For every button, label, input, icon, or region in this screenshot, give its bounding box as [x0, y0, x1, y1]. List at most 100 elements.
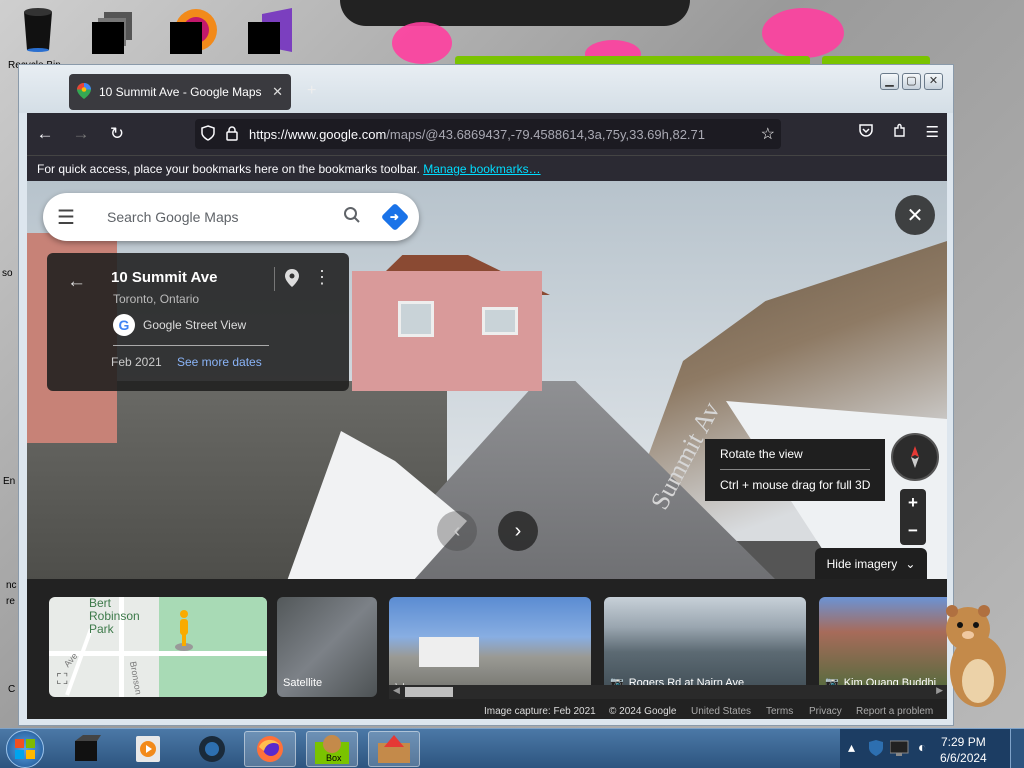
- minimize-icon[interactable]: ▁: [880, 73, 899, 90]
- photo-thumbnail[interactable]: 📷 Rogers Rd at Nairn Ave: [604, 597, 806, 697]
- taskbar-app-icon[interactable]: [186, 731, 238, 767]
- maps-search-box: ☰ ➜: [43, 193, 419, 241]
- star-icon[interactable]: ☆: [761, 124, 775, 144]
- footer-privacy-link[interactable]: Privacy: [809, 706, 842, 717]
- url-text[interactable]: https://www.google.com/maps/@43.6869437,…: [249, 127, 751, 142]
- desktop-icon-label: so: [2, 268, 13, 279]
- tab-close-icon[interactable]: ✕: [272, 84, 283, 100]
- visual-studio-icon[interactable]: [248, 8, 292, 54]
- bookmarks-hint: For quick access, place your bookmarks h…: [37, 162, 420, 176]
- divider: [113, 345, 269, 346]
- url-path: /maps/@43.6869437,-79.4588614,3a,75y,33.…: [386, 126, 706, 142]
- window-controls: ▁ ▢ ✕: [880, 73, 943, 90]
- maps-favicon-icon: [77, 82, 91, 102]
- start-button[interactable]: [6, 730, 44, 768]
- zoom-out-button[interactable]: −: [908, 521, 918, 541]
- tooltip-line: Ctrl + mouse drag for full 3D: [720, 478, 871, 492]
- extensions-icon[interactable]: [892, 123, 908, 143]
- reload-icon[interactable]: ↻: [99, 124, 135, 144]
- show-hidden-icons[interactable]: ▴: [848, 739, 855, 756]
- lock-icon[interactable]: [225, 125, 239, 144]
- show-desktop-button[interactable]: [1010, 729, 1024, 768]
- search-input[interactable]: [85, 209, 343, 225]
- desktop-app-icon[interactable]: [92, 12, 132, 54]
- maps-footer: Image capture: Feb 2021 © 2024 Google Un…: [27, 705, 947, 719]
- security-shield-icon[interactable]: [868, 739, 884, 760]
- window-titlebar[interactable]: 10 Summit Ave - Google Maps ✕ + ▁ ▢ ✕: [19, 65, 953, 113]
- toolbar-right-icons: ☰: [858, 123, 939, 143]
- box-taskbar-icon[interactable]: Box: [306, 731, 358, 767]
- footer-country-link[interactable]: United States: [691, 706, 751, 717]
- shield-icon[interactable]: [201, 124, 215, 144]
- photo-truck: [419, 637, 479, 667]
- hamster-pet-icon[interactable]: [944, 603, 1008, 711]
- firefox-taskbar-icon[interactable]: [244, 731, 296, 767]
- street-photo-thumbnail[interactable]: ◡: [389, 597, 591, 697]
- maximize-icon[interactable]: ▢: [902, 73, 921, 90]
- scroll-left-icon[interactable]: ◀: [393, 685, 400, 696]
- hamburger-menu-icon[interactable]: ☰: [57, 205, 85, 230]
- zoom-control: + −: [900, 489, 926, 545]
- close-window-icon[interactable]: ✕: [924, 73, 943, 90]
- tray-app-icon[interactable]: ◐: [918, 739, 926, 755]
- wallpaper-heart: [762, 8, 844, 58]
- imagery-scrollbar[interactable]: ◀ ▶: [389, 685, 947, 699]
- street-view-panorama[interactable]: Summit Av ☰ ➜ ← 10 Summit Ave Toronto, O…: [27, 181, 947, 719]
- wallpaper-heart: [392, 22, 452, 64]
- recycle-bin-icon[interactable]: [20, 6, 56, 52]
- network-icon[interactable]: [889, 739, 912, 760]
- taskbar-app-icon[interactable]: [60, 731, 112, 767]
- more-options-icon[interactable]: ⋮: [313, 267, 331, 288]
- google-logo-icon: G: [113, 314, 135, 336]
- desktop-icon-label: En: [3, 476, 16, 487]
- tooltip-line: Rotate the view: [720, 447, 803, 461]
- url-host: https://www.google.com: [249, 126, 387, 142]
- tab-title: 10 Summit Ave - Google Maps: [99, 85, 262, 99]
- url-bar[interactable]: https://www.google.com/maps/@43.6869437,…: [195, 119, 781, 149]
- desktop-app-icon[interactable]: [170, 8, 217, 54]
- manage-bookmarks-link[interactable]: Manage bookmarks…: [423, 162, 540, 176]
- taskbar: Box ▴ ◐ 7:29 PM 6/6/2024: [0, 728, 1024, 768]
- back-icon[interactable]: ←: [27, 124, 63, 144]
- media-player-icon[interactable]: [122, 731, 174, 767]
- satellite-thumbnail[interactable]: Satellite: [277, 597, 377, 697]
- compass-icon[interactable]: [891, 433, 939, 481]
- pegman-icon[interactable]: [175, 609, 193, 653]
- divider: [274, 267, 275, 291]
- directions-icon[interactable]: ➜: [380, 202, 410, 232]
- map-thumbnail[interactable]: Bert Robinson Park Ave Bronson ⛶: [49, 597, 267, 697]
- map-park-label: Bert Robinson Park: [89, 597, 140, 636]
- hide-imagery-label: Hide imagery: [826, 557, 898, 571]
- photo-thumbnail[interactable]: 📷 Kim Quang Buddhi: [819, 597, 947, 697]
- scroll-thumb[interactable]: [405, 687, 453, 697]
- place-subtitle: Toronto, Ontario: [113, 292, 200, 306]
- see-more-dates-link[interactable]: See more dates: [177, 355, 262, 369]
- search-icon[interactable]: [343, 206, 361, 229]
- pocket-icon[interactable]: [858, 123, 874, 143]
- previous-arrow-icon[interactable]: ‹: [437, 511, 477, 551]
- bookmarks-toolbar: For quick access, place your bookmarks h…: [27, 155, 947, 181]
- next-arrow-icon[interactable]: ›: [498, 511, 538, 551]
- wallpaper-shape: [340, 0, 690, 26]
- footer-terms-link[interactable]: Terms: [766, 706, 793, 717]
- scroll-right-icon[interactable]: ▶: [936, 685, 943, 696]
- new-tab-icon[interactable]: +: [307, 82, 316, 100]
- source-label: Google Street View: [143, 318, 247, 332]
- back-arrow-icon[interactable]: ←: [67, 271, 86, 293]
- map-pin-icon[interactable]: [285, 269, 299, 292]
- expand-icon[interactable]: ⛶: [57, 671, 68, 688]
- hide-imagery-button[interactable]: Hide imagery ⌄: [815, 548, 927, 580]
- zoom-in-button[interactable]: +: [908, 493, 918, 513]
- divider: [720, 469, 870, 470]
- map-road-label: Bronson: [127, 660, 144, 696]
- forward-icon[interactable]: →: [63, 124, 99, 144]
- street-view-source: G Google Street View: [113, 314, 246, 336]
- taskbar-app-icon[interactable]: [368, 731, 420, 767]
- system-tray: ▴ ◐ 7:29 PM 6/6/2024: [840, 729, 1024, 768]
- footer-report-link[interactable]: Report a problem: [856, 706, 933, 717]
- menu-icon[interactable]: ☰: [926, 123, 939, 143]
- close-street-view-icon[interactable]: ✕: [895, 195, 935, 235]
- system-clock[interactable]: 7:29 PM 6/6/2024: [940, 734, 987, 766]
- browser-tab[interactable]: 10 Summit Ave - Google Maps ✕: [69, 74, 291, 110]
- browser-toolbar: ← → ↻ https://www.google.com/maps/@43.68…: [27, 113, 947, 155]
